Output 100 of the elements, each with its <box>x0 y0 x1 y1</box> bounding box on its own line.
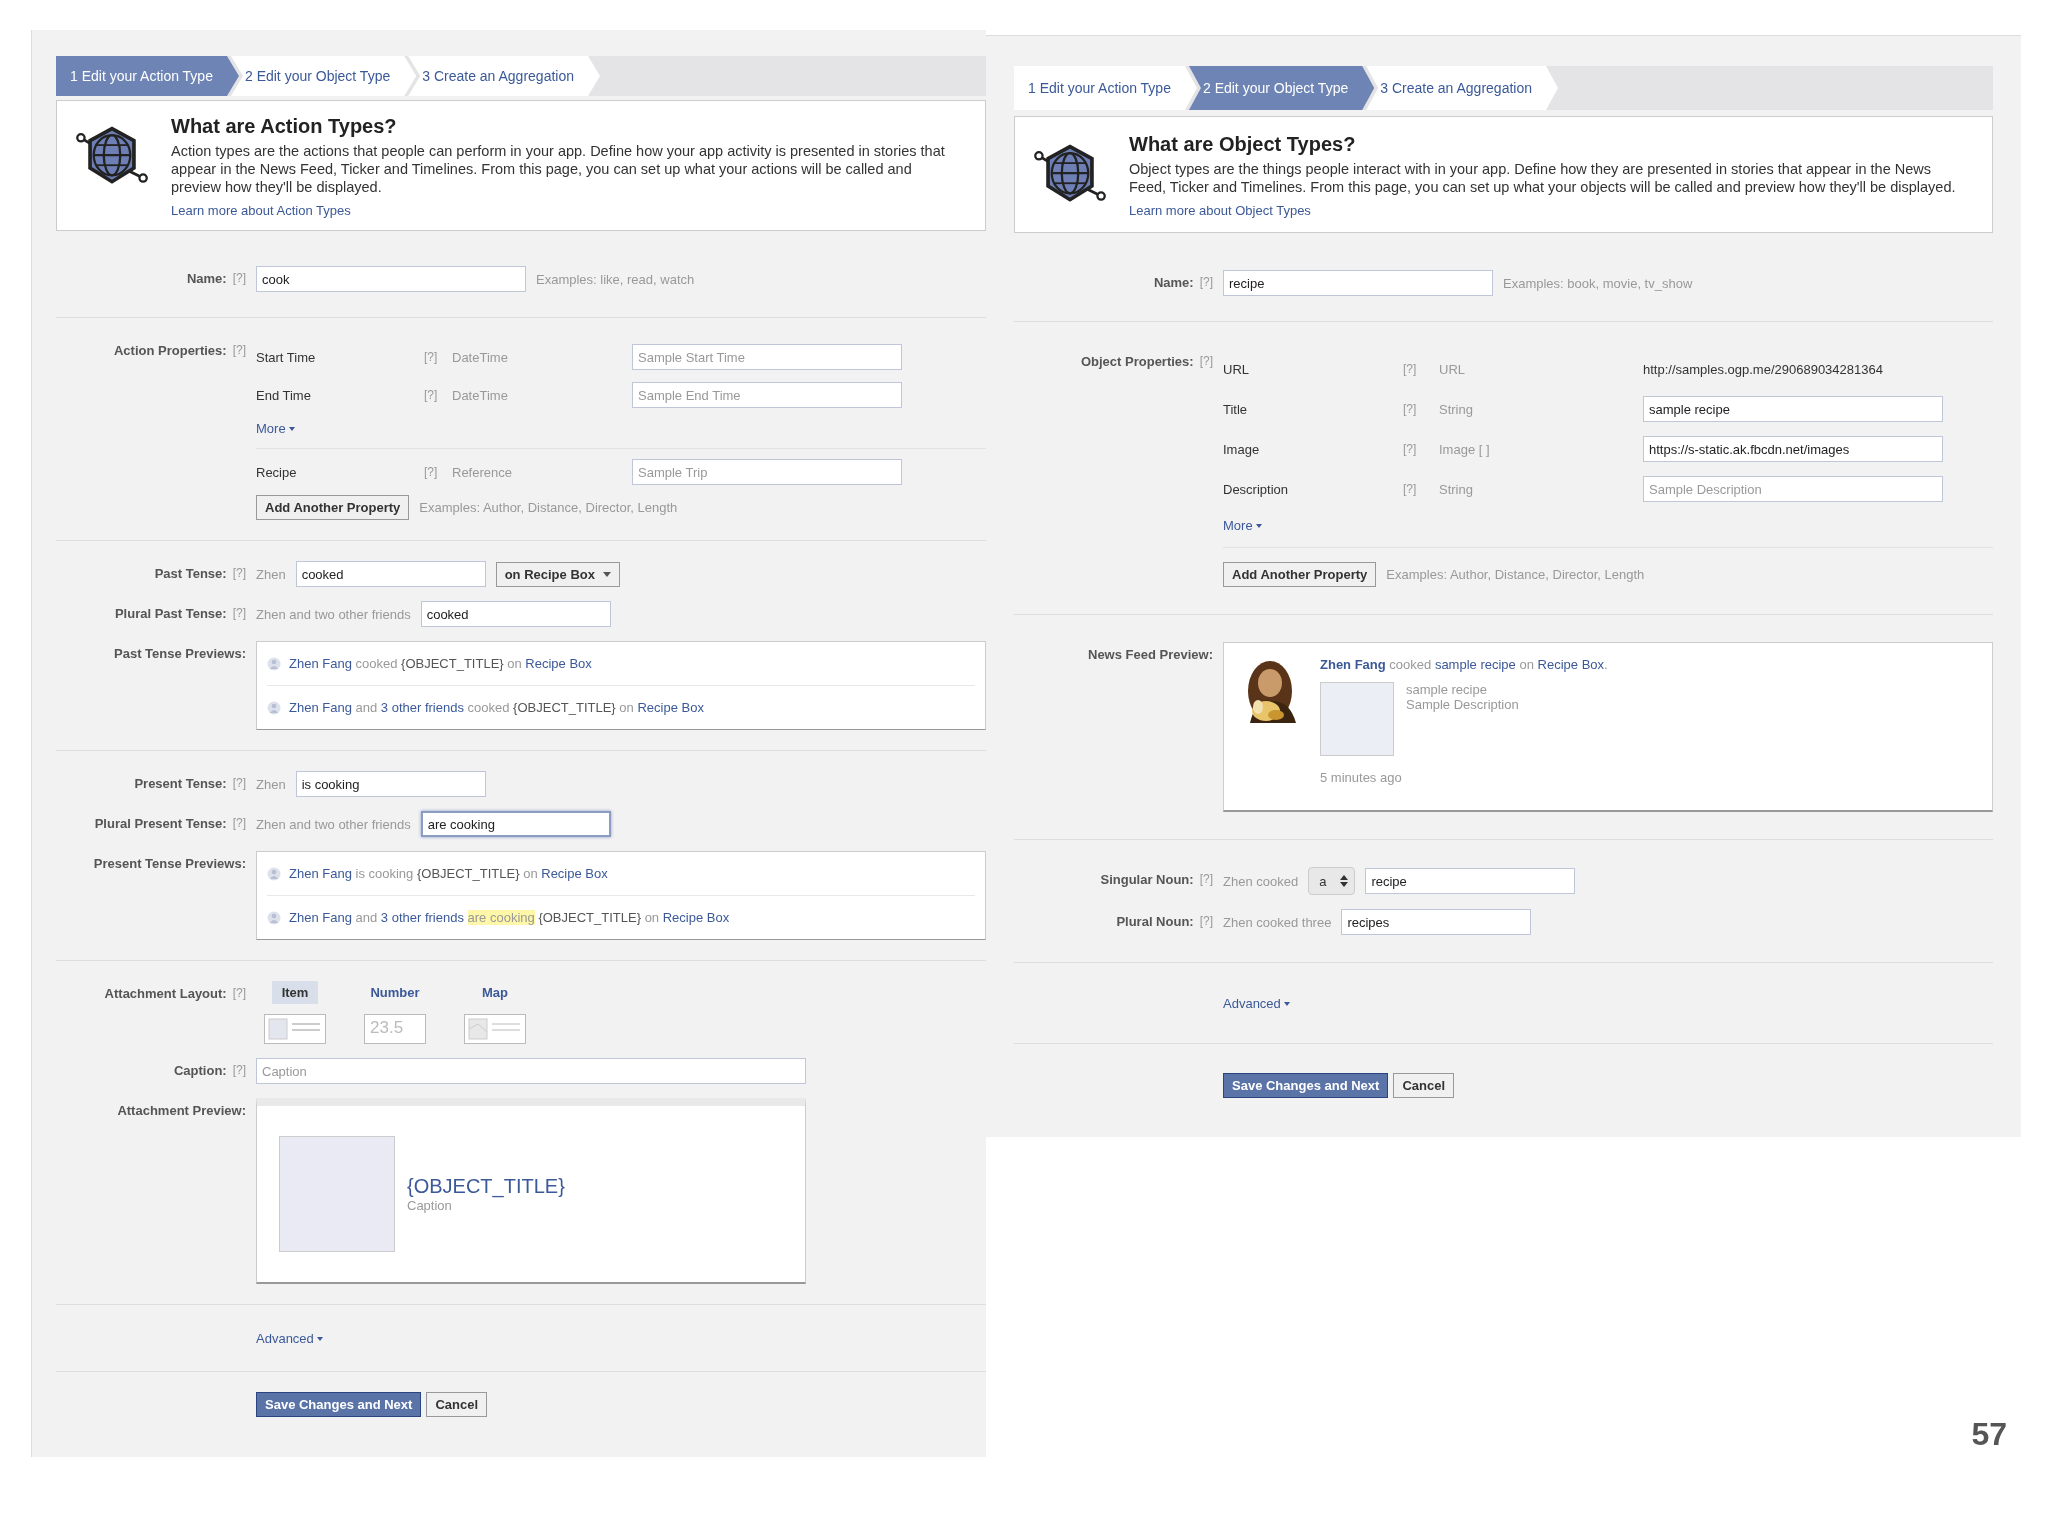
property-type: Reference <box>452 464 513 480</box>
object-description: Sample Description <box>1406 697 1519 712</box>
property-field[interactable]: https://s-static.ak.fbcdn.net/images <box>1643 436 1943 462</box>
field-label: Plural Present Tense: <box>94 816 227 831</box>
caption-text: Caption <box>407 1198 453 1213</box>
property-field[interactable]: Sample Start Time <box>632 344 902 370</box>
add-property-button[interactable]: Add Another Property <box>1223 562 1377 587</box>
learn-more-link[interactable]: Learn more about Action Types <box>171 203 351 218</box>
property-value: http://samples.ogp.me/290689034281364 <box>1643 361 1884 377</box>
preview-link[interactable]: 3 other friends <box>380 700 464 715</box>
field-label: News Feed Preview: <box>1088 647 1213 662</box>
property-field[interactable]: Sample End Time <box>632 382 902 408</box>
preview-link[interactable]: Zhen Fang <box>289 866 352 881</box>
property-name: Image <box>1223 441 1261 457</box>
item-layout-icon[interactable] <box>264 1014 326 1044</box>
layout-tab[interactable]: Map <box>472 981 518 1004</box>
more-link[interactable]: More <box>1223 518 1262 533</box>
sentence-prefix: Zhen <box>256 776 286 792</box>
advanced-link[interactable]: Advanced <box>256 1331 323 1346</box>
caret-icon <box>602 571 611 577</box>
dropdown-button[interactable]: on Recipe Box <box>495 561 620 587</box>
preview-link[interactable]: Recipe Box <box>662 910 730 925</box>
property-name: Description <box>1223 481 1290 497</box>
preview-link[interactable]: 3 other friends <box>380 910 464 925</box>
field-label: Plural Past Tense: <box>114 606 227 621</box>
intro-text: Action types are the actions that people can perform in your app. Define how your app activity is presented in stories that appear in the News Feed, Ticker and Timelines. From this page, you can set up what your actions will be called and preview how they'll be displayed. <box>171 142 946 196</box>
step-tab[interactable]: 2 Edit your Object Type <box>1188 66 1375 110</box>
preview-link[interactable]: Zhen Fang <box>289 700 352 715</box>
text-field[interactable]: are cooking <box>420 811 611 837</box>
sentence-prefix: Zhen and two other friends <box>256 816 411 832</box>
text-field[interactable]: recipe <box>1365 868 1576 894</box>
caret-icon <box>1255 523 1262 528</box>
step-tab[interactable]: 2 Edit your Object Type <box>230 56 417 96</box>
layout-tab[interactable]: Number <box>360 981 430 1004</box>
sentence-prefix: Zhen and two other friends <box>256 606 411 622</box>
caption-field[interactable]: Caption <box>256 1058 806 1084</box>
page-number: 57 <box>1971 1416 2007 1453</box>
property-name: Recipe <box>256 464 298 480</box>
property-type: DateTime <box>452 349 509 365</box>
advanced-link[interactable]: Advanced <box>1223 996 1290 1011</box>
preview-sentence: Zhen Fang and 3 other friends are cooking {OBJECT_TITLE} on Recipe Box <box>289 910 730 925</box>
field-label: Object Properties: <box>1080 354 1194 369</box>
field-label: Singular Noun: <box>1100 872 1194 887</box>
preview-link[interactable]: Recipe Box <box>541 866 608 881</box>
step-tab[interactable]: 3 Create an Aggregation <box>408 56 600 96</box>
save-button[interactable]: Save Changes and Next <box>1223 1073 1389 1098</box>
article-select[interactable]: a <box>1308 867 1356 895</box>
property-field[interactable]: Sample Description <box>1643 476 1943 502</box>
intro-title: What are Action Types? <box>171 115 398 138</box>
sentence-prefix: Zhen <box>256 566 286 582</box>
learn-more-link[interactable]: Learn more about Object Types <box>1129 203 1311 218</box>
property-field[interactable]: Sample Trip <box>632 459 902 485</box>
timestamp: 5 minutes ago <box>1320 770 1403 785</box>
preview-link[interactable]: Recipe Box <box>525 656 592 671</box>
name-field[interactable]: recipe <box>1223 270 1493 296</box>
profile-link[interactable]: Zhen Fang <box>1320 657 1386 672</box>
step-tab[interactable]: 1 Edit your Action Type <box>1014 66 1197 110</box>
more-link[interactable]: More <box>256 421 295 436</box>
field-label: Present Tense: <box>134 776 227 791</box>
hint-text: Examples: book, movie, tv_show <box>1503 275 1693 291</box>
property-type: Image [ ] <box>1439 441 1491 457</box>
cancel-button[interactable]: Cancel <box>426 1392 488 1417</box>
preview-link[interactable]: Zhen Fang <box>289 910 352 925</box>
text-field[interactable]: cooked <box>295 561 486 587</box>
property-name: Start Time <box>256 349 317 365</box>
property-type: DateTime <box>452 387 509 403</box>
text-field[interactable]: recipes <box>1341 909 1532 935</box>
preview-link[interactable]: Zhen Fang <box>289 656 352 671</box>
save-button[interactable]: Save Changes and Next <box>256 1392 422 1417</box>
preview-link[interactable]: Recipe Box <box>637 700 704 715</box>
sentence-prefix: Zhen cooked three <box>1223 914 1332 930</box>
preview-sentence: Zhen Fang cooked {OBJECT_TITLE} on Recipe Box <box>289 656 592 671</box>
hint-text: Examples: Author, Distance, Director, Length <box>1386 567 1645 582</box>
add-property-button[interactable]: Add Another Property <box>256 495 410 520</box>
layout-tab[interactable]: Item <box>271 981 319 1004</box>
text-field[interactable]: is cooking <box>295 771 486 797</box>
step-tab[interactable]: 3 Create an Aggregation <box>1366 66 1558 110</box>
field-label: Present Tense Previews: <box>93 856 246 871</box>
property-field[interactable]: sample recipe <box>1643 396 1943 422</box>
step-tab[interactable]: 1 Edit your Action Type <box>56 56 239 96</box>
text-field[interactable]: cooked <box>420 601 611 627</box>
cancel-button[interactable]: Cancel <box>1393 1073 1455 1098</box>
intro-text: Object types are the things people interact with in your app. Define how they are presented in stories that appear in the News Feed, Ticker and Timelines. From this page, you can set up what your objects will be called and preview how they'll be displayed. <box>1129 160 1957 196</box>
object-title: sample recipe <box>1406 682 1488 697</box>
story-link[interactable]: sample recipe <box>1434 657 1516 672</box>
story-sentence: Zhen Fang cooked sample recipe on Recipe Box. <box>1320 657 1608 672</box>
name-field[interactable]: cook <box>256 266 526 292</box>
field-label: Past Tense Previews: <box>114 646 246 661</box>
field-label: Action Properties: <box>113 343 227 358</box>
property-name: End Time <box>256 387 312 403</box>
property-name: Title <box>1223 401 1249 417</box>
person-icon <box>267 866 281 881</box>
field-label: Name: <box>1153 275 1194 290</box>
person-icon <box>267 910 281 925</box>
field-label: Attachment Layout: <box>104 986 227 1001</box>
intro-title: What are Object Types? <box>1129 133 1357 156</box>
property-type: String <box>1439 401 1474 417</box>
map-layout-icon[interactable] <box>464 1014 526 1044</box>
caret-icon <box>1283 1001 1290 1006</box>
preview-sentence: Zhen Fang and 3 other friends cooked {OBJECT_TITLE} on Recipe Box <box>289 700 704 715</box>
